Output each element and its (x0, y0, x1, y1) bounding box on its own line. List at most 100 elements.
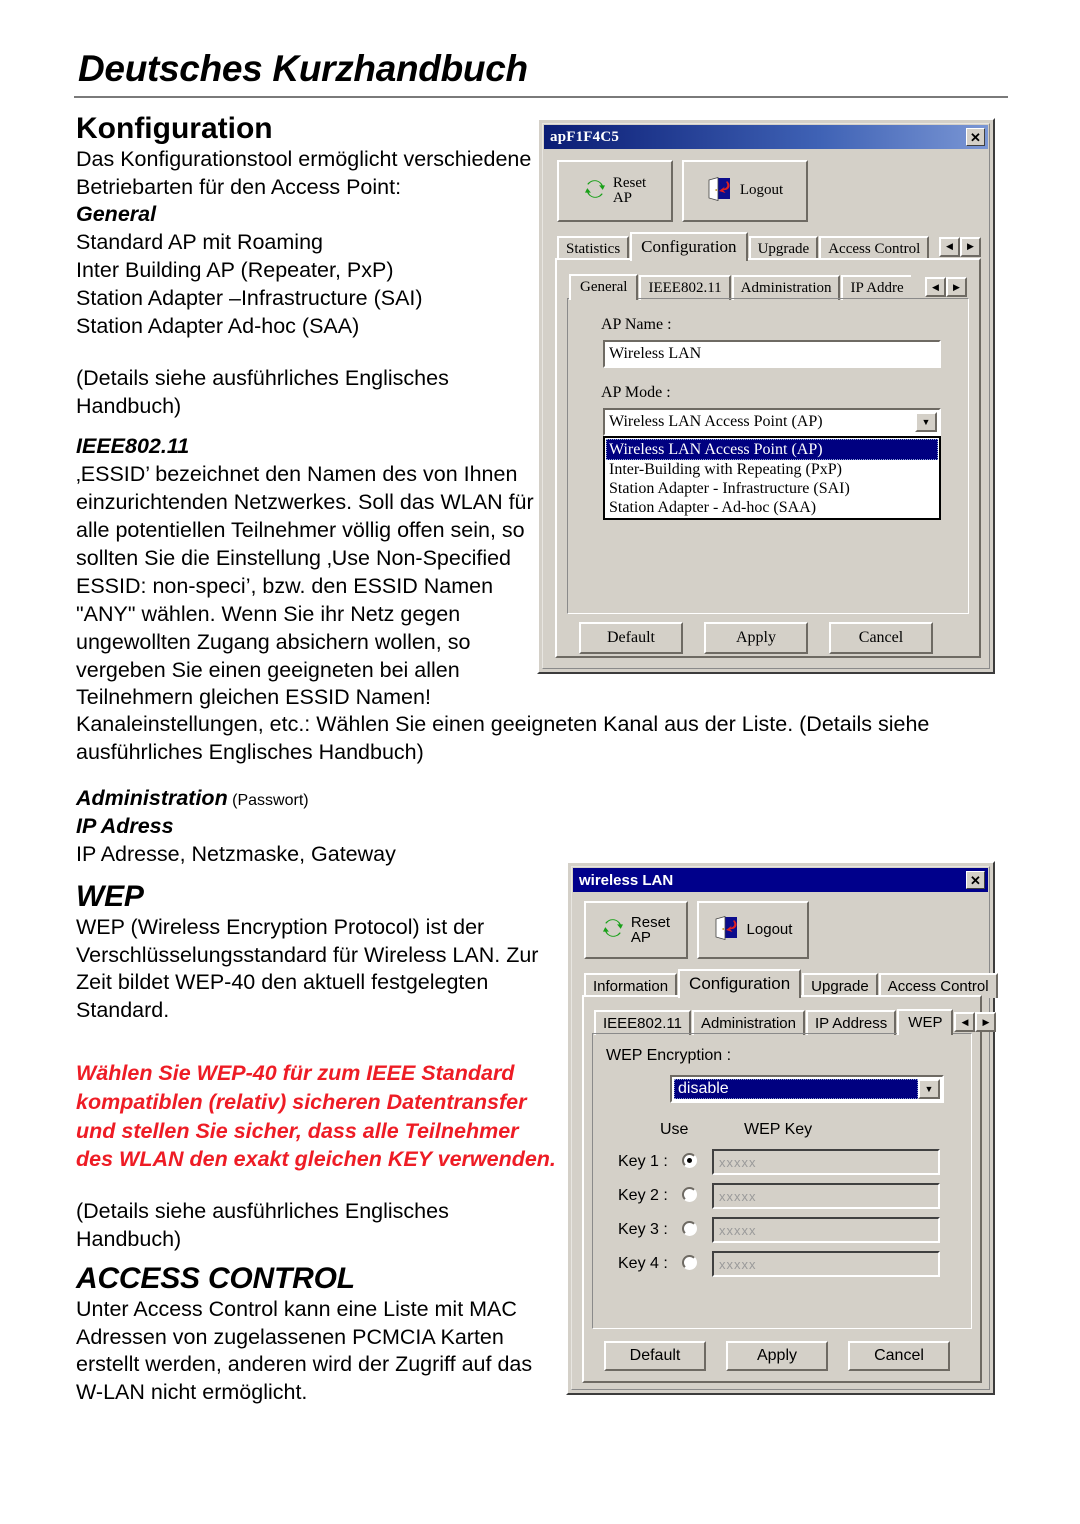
chevron-down-icon[interactable]: ▼ (915, 412, 937, 432)
apply-button[interactable]: Apply (704, 622, 808, 654)
tab-administration[interactable]: Administration (731, 275, 841, 300)
inner-tab-scroll-right-icon[interactable]: ▶ (946, 277, 967, 297)
administration-line: Administration (Passwort) (76, 785, 546, 813)
konfiguration-details-note: (Details siehe ausführliches Englisches … (76, 366, 449, 419)
logout-icon (714, 915, 740, 945)
ap-mode-dropdown[interactable]: Wireless LAN Access Point (AP) Inter-Bui… (603, 436, 941, 520)
wep-dialog-titlebar[interactable]: wireless LAN ✕ (573, 868, 988, 892)
administration-block: Administration (Passwort) IP Adress IP A… (76, 785, 546, 869)
general-item-2: Inter Building AP (Repeater, PxP) (76, 258, 394, 283)
use-column-header: Use (660, 1121, 689, 1138)
logout-label: Logout (739, 182, 784, 199)
tab-scroll-right-icon[interactable]: ▶ (960, 236, 981, 257)
reset-icon (602, 918, 624, 943)
tab-ip-address[interactable]: IP Addre (841, 275, 911, 300)
title-divider (74, 96, 1008, 98)
logout-button[interactable]: Logout (682, 160, 808, 222)
key-4-input[interactable]: xxxxx (712, 1251, 940, 1277)
tab-general[interactable]: General (569, 274, 639, 300)
key-1-label: Key 1 : (618, 1153, 668, 1170)
dialog-titlebar[interactable]: apF1F4C5 ✕ (544, 125, 988, 149)
document-page: Deutsches Kurzhandbuch Konfiguration Das… (0, 0, 1080, 1524)
general-item-4: Station Adapter Ad-hoc (SAA) (76, 314, 360, 339)
key-4-radio[interactable] (682, 1255, 697, 1270)
logout-label: Logout (746, 921, 793, 939)
tab-ieee80211[interactable]: IEEE802.11 (594, 1010, 691, 1035)
heading-konfiguration: Konfiguration (76, 112, 273, 145)
tab-wep[interactable]: WEP (897, 1009, 954, 1035)
inner-tab-scroll-left-icon[interactable]: ◀ (925, 277, 946, 297)
key-3-radio[interactable] (682, 1221, 697, 1236)
logout-button[interactable]: Logout (697, 901, 809, 959)
heading-wep: WEP (76, 880, 144, 913)
key-2-input[interactable]: xxxxx (712, 1183, 940, 1209)
default-button[interactable]: Default (579, 622, 683, 654)
ap-name-label: AP Name : (601, 316, 672, 333)
ap-mode-value: Wireless LAN Access Point (AP) (609, 413, 823, 430)
tab-configuration[interactable]: Configuration (678, 969, 802, 998)
wep-warning: Wählen Sie WEP-40 für zum IEEE Standard … (76, 1061, 556, 1172)
dialog-toolbar: Reset AP Logout (557, 160, 808, 222)
default-button[interactable]: Default (604, 1341, 706, 1371)
close-icon[interactable]: ✕ (966, 128, 985, 146)
key-3-label: Key 3 : (618, 1221, 668, 1238)
tab-ieee80211[interactable]: IEEE802.11 (639, 275, 731, 300)
ap-mode-label: AP Mode : (601, 384, 671, 401)
reset-ap-button[interactable]: Reset AP (584, 901, 688, 959)
label-ieee80211: IEEE802.11 (76, 434, 190, 459)
wep-encryption-label: WEP Encryption : (606, 1047, 732, 1064)
apply-button[interactable]: Apply (726, 1341, 828, 1371)
ip-text: IP Adresse, Netzmaske, Gateway (76, 841, 396, 866)
ap-mode-option-1[interactable]: Inter-Building with Repeating (PxP) (606, 460, 938, 479)
key-1-radio[interactable] (682, 1153, 697, 1168)
chevron-down-icon[interactable]: ▼ (918, 1079, 940, 1099)
close-icon[interactable]: ✕ (966, 871, 985, 889)
dialog-title: apF1F4C5 (550, 128, 620, 145)
tab-ip-address[interactable]: IP Address (806, 1010, 897, 1035)
access-control-text: Unter Access Control kann eine Liste mit… (76, 1296, 533, 1405)
inner-tab-scroll-left-icon[interactable]: ◀ (954, 1012, 976, 1032)
key-1-input[interactable]: xxxxx (712, 1149, 940, 1175)
wep-key-column-header: WEP Key (744, 1121, 813, 1138)
key-3-input[interactable]: xxxxx (712, 1217, 940, 1243)
tab-administration[interactable]: Administration (691, 1010, 805, 1035)
administration-suffix: (Passwort) (227, 792, 309, 809)
wep-text: WEP (Wireless Encryption Protocol) ist d… (76, 914, 539, 1023)
inner-tabrow: General IEEE802.11 Administration IP Add… (569, 274, 967, 300)
configuration-panel: General IEEE802.11 Administration IP Add… (555, 258, 981, 658)
wep-encryption-value: disable (674, 1079, 918, 1099)
access-control-block: ACCESS CONTROL Unter Access Control kann… (76, 1262, 556, 1407)
ieee-paragraph: ‚ESSID’ bezeichnet den Namen des von Ihn… (76, 461, 534, 710)
cancel-button[interactable]: Cancel (848, 1341, 950, 1371)
dialog-general-config[interactable]: apF1F4C5 ✕ Reset AP Logout Statistics Co… (537, 118, 995, 674)
outer-tabrow: Statistics Configuration Upgrade Access … (557, 232, 981, 261)
wep-encryption-combo[interactable]: disable ▼ (670, 1075, 944, 1103)
wep-dialog-toolbar: Reset AP Logout (584, 901, 809, 959)
wep-outer-tabrow: Information Configuration Upgrade Access… (584, 969, 998, 998)
page-title: Deutsches Kurzhandbuch (78, 48, 528, 89)
left-text-column: Konfiguration Das Konfigurationstool erm… (76, 112, 546, 712)
inner-tab-scroller: ◀ ▶ (925, 277, 967, 297)
wep-inner-tab-scroller: ◀ ▶ (954, 1012, 997, 1032)
ap-mode-option-3[interactable]: Station Adapter - Ad-hoc (SAA) (606, 498, 938, 517)
general-item-3: Station Adapter –Infrastructure (SAI) (76, 286, 423, 311)
dialog-wep-config[interactable]: wireless LAN ✕ Reset AP Logout Informati… (566, 861, 998, 1395)
kanal-paragraph: Kanaleinstellungen, etc.: Wählen Sie ein… (76, 712, 930, 764)
ap-name-input[interactable]: Wireless LAN (603, 340, 941, 368)
reset-ap-label: Reset AP (612, 174, 647, 206)
konfiguration-intro: Das Konfigurationstool ermöglicht versch… (76, 146, 532, 199)
key-2-radio[interactable] (682, 1187, 697, 1202)
ap-mode-combo[interactable]: Wireless LAN Access Point (AP) ▼ (603, 408, 941, 436)
cancel-button[interactable]: Cancel (829, 622, 933, 654)
key-4-label: Key 4 : (618, 1255, 668, 1272)
outer-tab-scroller: ◀ ▶ (939, 236, 981, 257)
label-ip-adress: IP Adress (76, 813, 174, 838)
ap-mode-option-0[interactable]: Wireless LAN Access Point (AP) (606, 439, 938, 460)
tab-scroll-left-icon[interactable]: ◀ (939, 236, 960, 257)
inner-tab-scroll-right-icon[interactable]: ▶ (975, 1012, 997, 1032)
ap-mode-option-2[interactable]: Station Adapter - Infrastructure (SAI) (606, 479, 938, 498)
key-2-label: Key 2 : (618, 1187, 668, 1204)
tab-configuration[interactable]: Configuration (630, 232, 748, 261)
wep-block: WEP WEP (Wireless Encryption Protocol) i… (76, 880, 556, 1254)
reset-ap-button[interactable]: Reset AP (557, 160, 673, 222)
